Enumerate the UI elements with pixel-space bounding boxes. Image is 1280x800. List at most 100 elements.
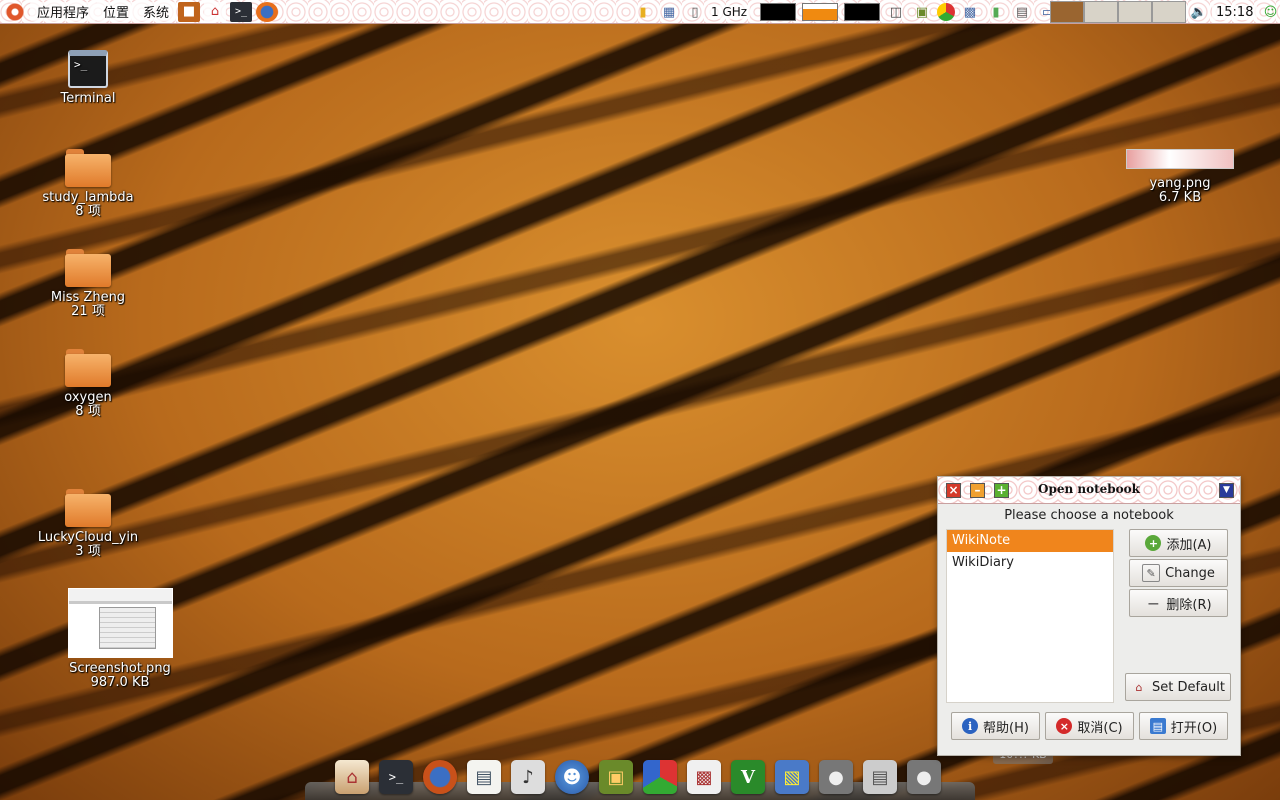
music-player-icon[interactable]: ♪ <box>511 760 545 794</box>
add-icon: + <box>1145 535 1162 551</box>
open-notebook-dialog: × – + Open notebook ▼ Please choose a no… <box>937 476 1241 756</box>
gimp-icon-2[interactable]: ● <box>907 760 941 794</box>
info-icon: i <box>962 718 979 734</box>
desktop-icon-label: Terminal <box>60 91 116 106</box>
folder-icon[interactable]: ▮ <box>632 2 654 22</box>
volume-icon[interactable]: 🔈 <box>1188 2 1210 22</box>
remove-icon: — <box>1147 596 1159 610</box>
gimp-icon[interactable]: ● <box>819 760 853 794</box>
window-menu-icon[interactable]: ▼ <box>1219 483 1234 498</box>
network-icon[interactable]: ▩ <box>959 2 981 22</box>
desktop-icon-screenshot[interactable]: Screenshot.png 987.0 KB <box>60 588 180 690</box>
terminal-icon: >_ <box>68 50 108 88</box>
app-store-icon[interactable]: ■ <box>178 1 201 22</box>
desktop-icon-label: Miss Zheng <box>50 290 126 305</box>
add-button[interactable]: + 添加(A) <box>1129 529 1228 557</box>
folder-icon <box>65 149 111 187</box>
yang-thumbnail <box>1126 149 1234 169</box>
vim-icon[interactable]: V <box>731 760 765 794</box>
desktop-icon-label: study_lambda <box>42 190 134 205</box>
desktop-icon-miss-zheng[interactable]: Miss Zheng 21 项 <box>28 249 148 319</box>
workspace-1[interactable] <box>1050 1 1084 23</box>
dialog-prompt: Please choose a notebook <box>1004 508 1174 523</box>
chrome-icon[interactable] <box>937 3 955 21</box>
memory-monitor[interactable] <box>802 3 838 21</box>
workspace-3[interactable] <box>1118 1 1152 23</box>
help-button[interactable]: i 帮助(H) <box>951 712 1040 740</box>
home-icon[interactable]: ⌂ <box>335 760 369 794</box>
book-icon[interactable]: ▣ <box>911 2 933 22</box>
home-icon[interactable]: ⌂ <box>204 1 227 22</box>
dialog-title: Open notebook <box>1038 482 1140 496</box>
network-monitor[interactable] <box>844 3 880 21</box>
help-button-label: 帮助(H) <box>983 720 1029 736</box>
document-viewer-icon[interactable]: ▤ <box>467 760 501 794</box>
home-icon: ⌂ <box>1135 680 1143 694</box>
set-default-button[interactable]: ⌂ Set Default <box>1125 673 1231 701</box>
open-drive-icon: ▤ <box>1149 718 1166 734</box>
dock: ⌂ >_ ▤ ♪ ☻ ▣ ▩ V ▧ ● ▤ ● <box>305 754 975 800</box>
ubuntu-logo-icon[interactable] <box>6 2 24 21</box>
firefox-icon[interactable] <box>423 760 457 794</box>
desktop-icon-sub: 8 项 <box>75 404 101 419</box>
chat-icon[interactable]: ☻ <box>555 760 589 794</box>
files-icon[interactable]: ▧ <box>775 760 809 794</box>
notebook-list[interactable]: WikiNote WikiDiary <box>946 529 1114 703</box>
menu-applications[interactable]: 应用程序 <box>30 2 97 21</box>
battery-level-icon[interactable]: ▮ <box>985 2 1007 22</box>
clock[interactable]: 15:18 <box>1212 4 1258 20</box>
firefox-icon[interactable] <box>256 1 279 22</box>
folder-icon <box>65 249 111 287</box>
screenshot-thumbnail <box>67 588 173 658</box>
screenshot-icon[interactable]: ▩ <box>687 760 721 794</box>
desktop-icon-sub: 987.0 KB <box>90 675 150 690</box>
add-button-label: 添加(A) <box>1166 537 1212 553</box>
desktop-icon-label: Screenshot.png <box>69 661 171 676</box>
desktop-icon-sub: 8 项 <box>75 204 101 219</box>
remove-button-label: 删除(R) <box>1166 597 1212 613</box>
workspace-2[interactable] <box>1084 1 1118 23</box>
top-panel: 应用程序 位置 系统 ■ ⌂ >_ ▮ ▦ ▯ 1 GHz ◫ ▣ ▩ ▮ ▤ … <box>0 0 1280 24</box>
battery-icon[interactable]: ◫ <box>885 2 907 22</box>
terminal-icon[interactable]: >_ <box>379 760 413 794</box>
edit-document-icon: ✎ <box>1142 564 1161 582</box>
cpu-frequency[interactable]: 1 GHz <box>708 5 751 19</box>
remove-button[interactable]: — 删除(R) <box>1129 589 1228 617</box>
menu-system[interactable]: 系统 <box>136 2 177 21</box>
dialog-titlebar[interactable]: × – + Open notebook ▼ <box>938 477 1240 504</box>
folder-icon <box>65 349 111 387</box>
desktop-icon-study-lambda[interactable]: study_lambda 8 项 <box>28 149 148 219</box>
change-button-label: Change <box>1165 565 1215 581</box>
file-cabinet-icon[interactable]: ▤ <box>863 760 897 794</box>
desktop-icon-terminal[interactable]: >_ Terminal <box>28 50 148 106</box>
terminal-icon[interactable]: >_ <box>230 1 253 22</box>
cube-icon[interactable] <box>643 760 677 794</box>
menu-places[interactable]: 位置 <box>96 2 137 21</box>
open-button-label: 打开(O) <box>1170 720 1218 736</box>
cpu-monitor[interactable] <box>760 3 796 21</box>
change-button[interactable]: ✎ Change <box>1129 559 1228 587</box>
desktop-icon-sub: 6.7 KB <box>1158 190 1202 205</box>
workspace-4[interactable] <box>1152 1 1186 23</box>
desktop-icon-label: oxygen <box>64 390 112 405</box>
set-default-button-label: Set Default <box>1152 679 1225 695</box>
desktop-icon-label: yang.png <box>1149 176 1211 191</box>
cancel-icon: × <box>1056 718 1073 734</box>
phone-icon[interactable]: ▯ <box>684 2 706 22</box>
book-icon[interactable]: ▣ <box>599 760 633 794</box>
folder-icon <box>65 489 111 527</box>
cancel-button[interactable]: × 取消(C) <box>1045 712 1134 740</box>
notebook-item-wikidiary[interactable]: WikiDiary <box>947 552 1113 574</box>
cancel-button-label: 取消(C) <box>1077 720 1123 736</box>
desktop-icon-oxygen[interactable]: oxygen 8 项 <box>28 349 148 419</box>
desktop-icon-luckycloud-yin[interactable]: LuckyCloud_yin 3 项 <box>28 489 148 559</box>
desktop-icon-yang[interactable]: yang.png 6.7 KB <box>1120 149 1240 205</box>
desktop-icon-sub: 3 项 <box>75 544 101 559</box>
notebook-item-wikinote[interactable]: WikiNote <box>947 530 1113 552</box>
desktop-icon-sub: 21 项 <box>71 304 105 319</box>
desktop-icon-label: LuckyCloud_yin <box>37 530 139 545</box>
printer-icon[interactable]: ▤ <box>1011 2 1033 22</box>
calendar-icon[interactable]: ▦ <box>658 2 680 22</box>
running-man-icon[interactable]: ☺ <box>1259 2 1280 22</box>
open-button[interactable]: ▤ 打开(O) <box>1139 712 1228 740</box>
